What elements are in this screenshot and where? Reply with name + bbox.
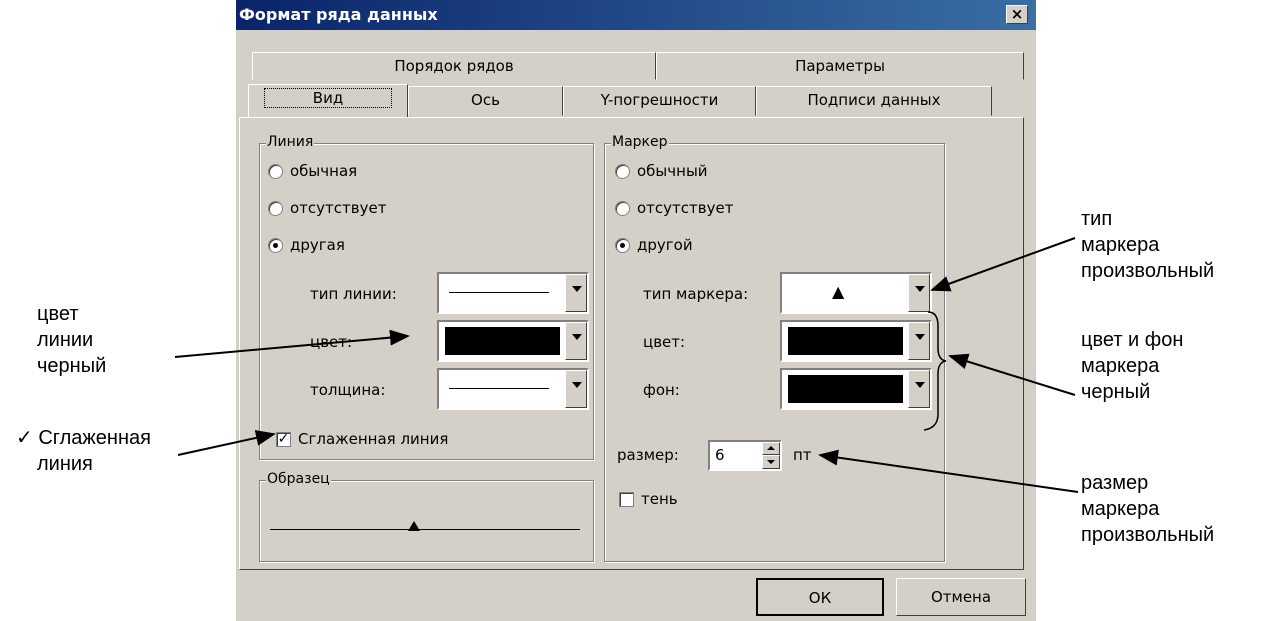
arrow-to-line-color: [174, 329, 410, 358]
arrow-to-smooth: [177, 430, 276, 456]
marker-bracket: [923, 311, 947, 431]
annotation-arrows: [174, 237, 1079, 493]
arrow-to-marker-type: [930, 237, 1076, 292]
arrow-to-marker-color: [948, 353, 1076, 396]
arrow-to-marker-size: [818, 449, 1079, 493]
